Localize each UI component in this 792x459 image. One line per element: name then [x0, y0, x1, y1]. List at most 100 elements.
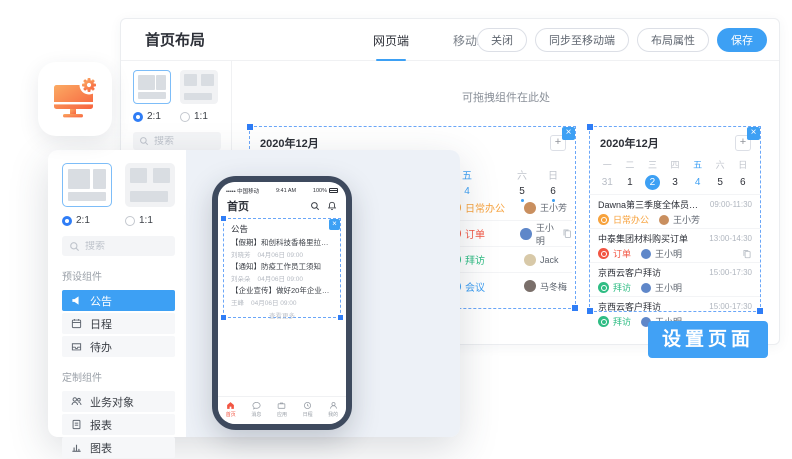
document-icon[interactable]: [742, 249, 752, 259]
schedule-row[interactable]: 订单 王小明: [448, 221, 572, 247]
panel-item-todo[interactable]: 待办: [62, 336, 175, 357]
close-widget-icon[interactable]: ×: [747, 127, 760, 140]
selection-handle-icon[interactable]: [572, 305, 578, 311]
search-input[interactable]: [85, 241, 155, 252]
view-more-link[interactable]: 查看更多: [224, 310, 340, 320]
radio-on-icon: [62, 216, 72, 226]
date-cell[interactable]: 6: [731, 175, 754, 190]
layout-thumb-2-1[interactable]: [62, 163, 112, 207]
calendar-icon: [71, 318, 82, 329]
announcement-item[interactable]: 【假期】和创科技香格里拉大酒店3层美... 刘晓芳04月06日 09:00: [231, 238, 333, 259]
date-cell[interactable]: 1: [619, 175, 642, 190]
close-widget-icon[interactable]: ×: [562, 127, 575, 140]
announcement-author: 刘晓芳: [231, 249, 251, 259]
selection-handle-icon[interactable]: [247, 124, 253, 130]
selection-handle-icon[interactable]: [221, 315, 226, 320]
calendar-month-label: 2020年12月: [260, 135, 319, 151]
announcement-date: 04月06日 09:00: [251, 297, 297, 307]
phone-tab-label: 我的: [328, 411, 338, 418]
panel-item-label: 图表: [90, 440, 112, 456]
phone-tab-schedule[interactable]: 日程: [295, 397, 321, 421]
person-name: 王小明: [536, 221, 562, 247]
phone-tab-home[interactable]: 首页: [218, 397, 244, 421]
avatar: [524, 202, 536, 214]
canvas-drop-hint: 可拖拽组件在此处: [232, 89, 780, 105]
selection-handle-icon[interactable]: [338, 315, 343, 320]
event-title: 京西云客户拜访: [598, 266, 661, 279]
event-title: 京西云客户拜访: [598, 300, 661, 313]
ratio-1-1-radio[interactable]: 1:1: [180, 111, 208, 122]
layout-thumb-1-1[interactable]: [125, 163, 175, 207]
header-actions: 关闭 同步至移动端 布局属性 保存: [477, 28, 767, 52]
announcement-item[interactable]: 【企业宣传】做好20年企业宣传计划报告会 王峰04月06日 09:00: [231, 286, 333, 307]
setup-page-button[interactable]: 设置页面: [648, 321, 768, 358]
widget-title: 公告: [231, 223, 333, 235]
announcement-widget[interactable]: × 公告 【假期】和创科技香格里拉大酒店3层美... 刘晓芳04月06日 09:…: [223, 218, 341, 318]
date-cell-selected[interactable]: 2: [641, 175, 664, 190]
ratio-1-1-radio[interactable]: 1:1: [125, 215, 153, 226]
event-card[interactable]: Dawna第三季度全体员工总结会09:00-11:30 日常办公王小芳: [590, 194, 760, 228]
bell-icon[interactable]: [327, 201, 337, 211]
panel-item-business-object[interactable]: 业务对象: [62, 391, 175, 412]
panel-item-label: 报表: [90, 417, 112, 433]
weekday-label: 四: [664, 158, 687, 171]
search-icon: [69, 241, 80, 252]
selection-handle-icon[interactable]: [221, 216, 226, 221]
event-card[interactable]: 京西云客户拜访15:00-17:30 拜访王小明: [590, 262, 760, 296]
sync-mobile-button[interactable]: 同步至移动端: [535, 28, 629, 52]
ratio-2-1-radio[interactable]: 2:1: [62, 215, 125, 226]
battery-icon: [329, 188, 338, 193]
event-time: 15:00-17:30: [709, 268, 752, 277]
panel-item-schedule[interactable]: 日程: [62, 313, 175, 334]
schedule-row[interactable]: 会议 马冬梅: [448, 273, 572, 299]
selection-handle-icon[interactable]: [757, 308, 763, 314]
announcement-item[interactable]: 【通知】防疫工作员工须知 刘朵朵04月06日 09:00: [231, 262, 333, 283]
date-cell[interactable]: 4: [686, 175, 709, 190]
person-name: 马冬梅: [540, 280, 567, 293]
calendar-widget-right[interactable]: × 2020年12月 + 一 二 三 四 五 六 日 31 1 2 3 4 5: [589, 126, 761, 312]
tab-web[interactable]: 网页端: [373, 19, 409, 61]
close-widget-icon[interactable]: ×: [329, 219, 340, 230]
layout-thumb-1-1[interactable]: [180, 70, 218, 104]
layout-thumb-2-1[interactable]: [133, 70, 171, 104]
weekday-row: 一 二 三 四 五 六 日: [590, 158, 760, 171]
document-icon[interactable]: [562, 228, 572, 239]
close-button[interactable]: 关闭: [477, 28, 527, 52]
panel-item-report[interactable]: 报表: [62, 414, 175, 435]
phone-tab-messages[interactable]: 消息: [244, 397, 270, 421]
phone-tab-me[interactable]: 我的: [320, 397, 346, 421]
page-setup-app-icon[interactable]: [38, 62, 112, 136]
avatar: [524, 280, 536, 292]
selection-handle-icon[interactable]: [587, 124, 593, 130]
ratio-2-1-radio[interactable]: 2:1: [133, 111, 180, 122]
date-cell[interactable]: 3: [664, 175, 687, 190]
sidebar-search[interactable]: [133, 132, 221, 150]
weekday-label: 五: [686, 158, 709, 171]
schedule-row[interactable]: 拜访 Jack: [448, 247, 572, 273]
tag-label: 订单: [465, 226, 485, 241]
phone-tab-label: 首页: [226, 411, 236, 418]
panel-search[interactable]: [62, 236, 175, 256]
schedule-row[interactable]: 日常办公 王小芳: [448, 195, 572, 221]
phone-tab-apps[interactable]: 应用: [269, 397, 295, 421]
selection-handle-icon[interactable]: [587, 308, 593, 314]
person-name: 王小芳: [673, 213, 700, 226]
save-button[interactable]: 保存: [717, 28, 767, 52]
tag-label: 拜访: [465, 252, 485, 267]
date-cell[interactable]: 5: [709, 175, 732, 190]
panel-item-announcement[interactable]: 公告: [62, 290, 175, 311]
radio-off-icon: [125, 216, 135, 226]
editor-header: 首页布局 网页端 移动端 关闭 同步至移动端 布局属性 保存: [121, 19, 779, 61]
search-icon[interactable]: [310, 201, 320, 211]
event-card[interactable]: 中泰集团材料购买订单13:00-14:30 订单王小明: [590, 228, 760, 262]
panel-item-chart[interactable]: 图表: [62, 437, 175, 458]
avatar: [520, 228, 531, 240]
date-cell[interactable]: 31: [596, 175, 619, 190]
layout-props-button[interactable]: 布局属性: [637, 28, 709, 52]
search-input[interactable]: [154, 136, 214, 147]
avatar: [659, 215, 669, 225]
announcement-author: 王峰: [231, 297, 244, 307]
page-title: 首页布局: [145, 29, 205, 50]
component-panel: 2:1 1:1 预设组件 公告 日程 待办: [48, 150, 460, 437]
person-name: Jack: [540, 255, 559, 265]
